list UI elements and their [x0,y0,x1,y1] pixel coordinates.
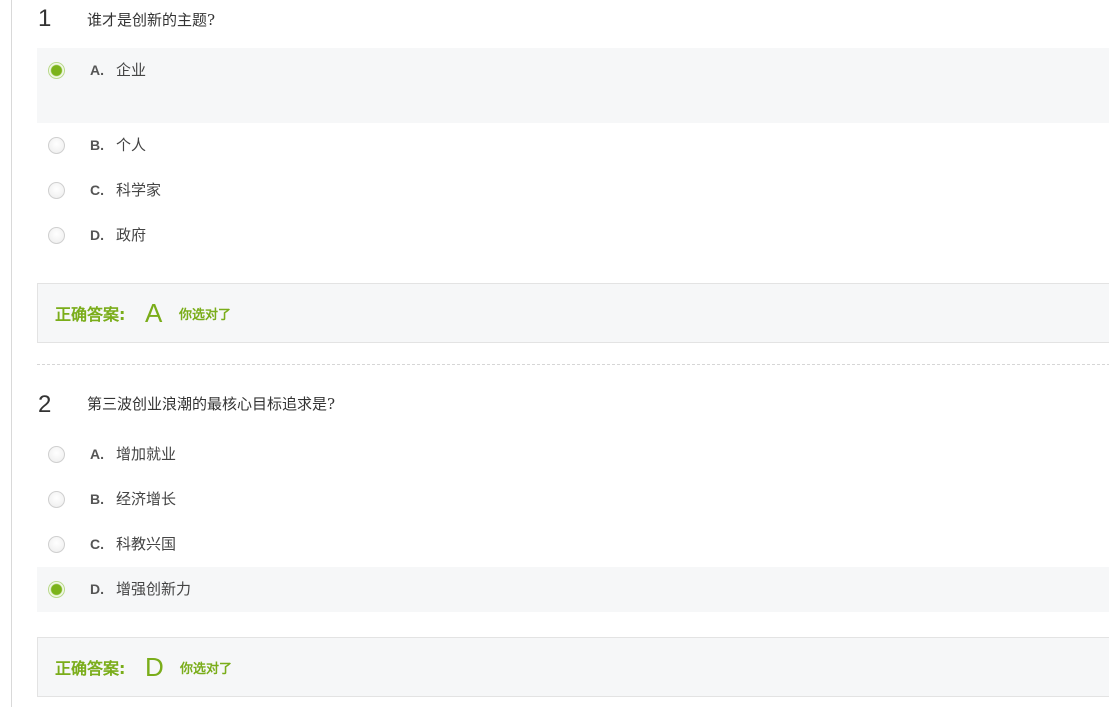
answer-box: 正确答案: A 你选对了 [37,283,1109,343]
radio-unchecked-icon[interactable] [48,182,65,199]
radio-unchecked-icon[interactable] [48,446,65,463]
radio-unchecked-icon[interactable] [48,137,65,154]
option-text: 经济增长 [116,490,177,508]
radio-checked-icon[interactable] [48,581,65,598]
option-text: 个人 [116,136,147,154]
question-number: 1 [38,5,52,32]
option-letter: D. [90,227,104,243]
question-header: 1 谁才是创新的主题? [12,0,1109,40]
option-text: 企业 [116,61,147,79]
option-d[interactable]: D. 增强创新力 [37,567,1109,612]
radio-unchecked-icon[interactable] [48,536,65,553]
option-a[interactable]: A. 企业 [37,48,1109,123]
option-letter: B. [90,491,104,507]
question-divider [37,364,1109,365]
answer-letter: D [145,652,164,682]
answer-label: 正确答案: [55,659,126,678]
radio-checked-icon[interactable] [48,62,65,79]
option-letter: C. [90,182,104,198]
question-header: 2 第三波创业浪潮的最核心目标追求是? [12,383,1109,423]
option-a[interactable]: A. 增加就业 [37,432,1109,477]
answer-status: 你选对了 [179,308,232,323]
answer-label: 正确答案: [55,305,126,324]
option-c[interactable]: C. 科教兴国 [37,522,1109,567]
option-text: 政府 [116,226,147,244]
option-d[interactable]: D. 政府 [37,213,1109,258]
option-text: 增加就业 [116,445,177,463]
answer-letter: A [145,298,163,328]
option-b[interactable]: B. 个人 [37,123,1109,168]
option-b[interactable]: B. 经济增长 [37,477,1109,522]
radio-unchecked-icon[interactable] [48,227,65,244]
question-title: 第三波创业浪潮的最核心目标追求是? [87,395,336,413]
radio-unchecked-icon[interactable] [48,491,65,508]
option-letter: A. [90,62,104,78]
option-text: 增强创新力 [116,580,192,598]
option-letter: C. [90,536,104,552]
option-letter: A. [90,446,104,462]
question-number: 2 [38,391,52,418]
option-text: 科教兴国 [116,535,177,553]
option-letter: D. [90,581,104,597]
option-c[interactable]: C. 科学家 [37,168,1109,213]
answer-status: 你选对了 [180,662,233,677]
answer-box: 正确答案: D 你选对了 [37,637,1109,697]
option-text: 科学家 [116,181,162,199]
option-letter: B. [90,137,104,153]
question-title: 谁才是创新的主题? [87,11,216,29]
quiz-page: 1 谁才是创新的主题? A. 企业 B. 个人 C. 科学家 D. 政府 正确答… [11,0,1109,707]
